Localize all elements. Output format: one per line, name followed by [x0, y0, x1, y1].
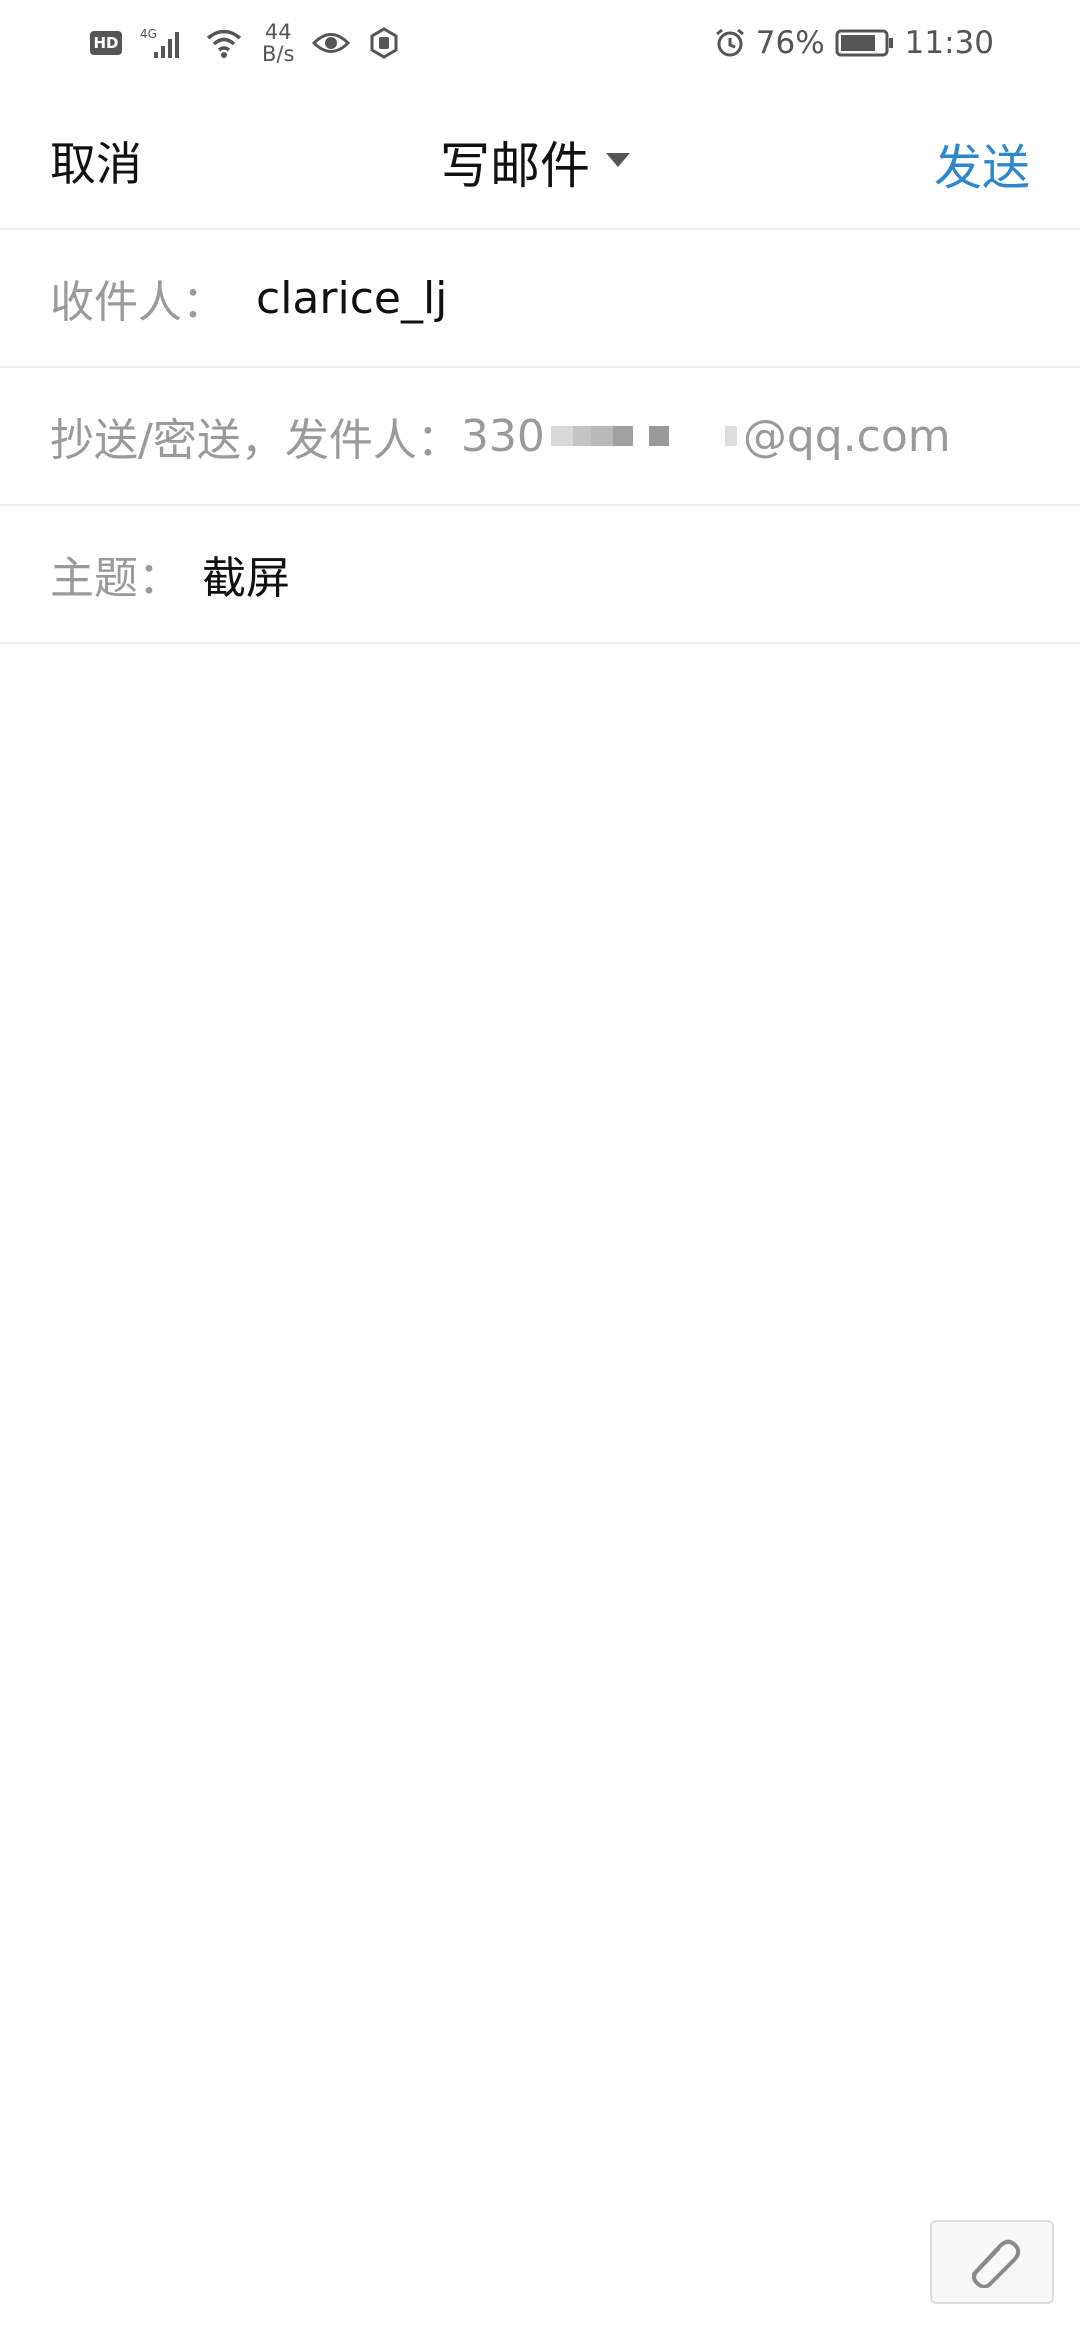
sender-address: 330 @qq.com: [461, 411, 951, 462]
sender-address-suffix: @qq.com: [742, 410, 951, 462]
send-button[interactable]: 发送: [934, 128, 1030, 198]
message-body-editor[interactable]: [0, 644, 1080, 2194]
attachment-button[interactable]: [930, 2220, 1054, 2304]
paperclip-icon: [960, 2232, 1024, 2292]
net-speed: 44 B/s: [262, 21, 294, 65]
compose-type-selector[interactable]: 写邮件: [440, 126, 632, 198]
sender-address-prefix: 330: [460, 410, 545, 462]
status-bar: HD 4G 44 B/s 76% 11:30: [0, 0, 1080, 86]
hd-icon: HD: [90, 31, 122, 55]
status-right: 76% 11:30: [714, 18, 994, 68]
wifi-icon: [204, 27, 244, 59]
clock: 11:30: [904, 25, 994, 61]
subject-label: 主题：: [50, 553, 182, 604]
to-field[interactable]: 收件人： clarice_lj: [0, 230, 1080, 368]
cancel-button[interactable]: 取消: [50, 128, 142, 194]
page-title: 写邮件: [440, 137, 590, 195]
shield-icon: [368, 27, 400, 59]
cellular-signal-icon: 4G: [140, 26, 186, 60]
to-input[interactable]: clarice_lj: [256, 273, 447, 324]
to-label: 收件人：: [50, 277, 226, 328]
eye-icon: [312, 30, 351, 56]
network-type-label: 4G: [140, 27, 157, 41]
net-speed-unit: B/s: [262, 42, 295, 66]
caret-down-icon: [604, 151, 632, 173]
compose-header: 取消 写邮件 发送: [0, 86, 1080, 230]
cc-bcc-sender-label: 抄送/密送，发件人：: [50, 415, 461, 466]
net-speed-value: 44: [264, 20, 292, 44]
subject-input[interactable]: 截屏: [202, 542, 290, 606]
redacted-mosaic: [550, 426, 737, 446]
status-left: HD 4G 44 B/s: [90, 18, 400, 68]
battery-percent: 76%: [755, 25, 825, 61]
subject-field[interactable]: 主题： 截屏: [0, 506, 1080, 644]
cc-bcc-sender-field[interactable]: 抄送/密送，发件人： 330 @qq.com: [0, 368, 1080, 506]
battery-icon: [835, 28, 895, 58]
alarm-icon: [714, 27, 746, 59]
